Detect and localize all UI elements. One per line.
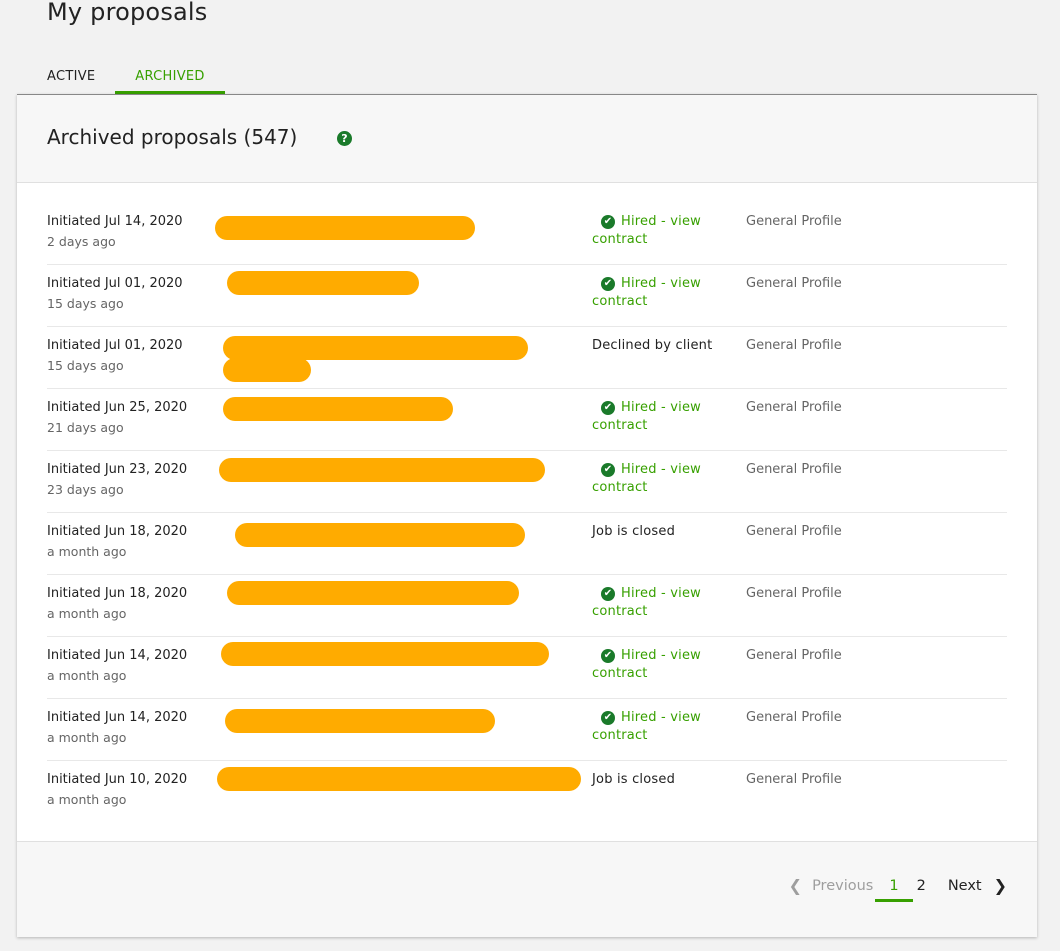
- redacted-job-title: [223, 336, 528, 360]
- proposal-status: ✔ Hired - view contract: [592, 709, 732, 745]
- proposal-date: Initiated Jun 14, 2020: [47, 710, 188, 725]
- proposal-status: Declined by client: [592, 337, 732, 355]
- proposal-row: Initiated Jul 14, 2020 2 days ago ✔ Hired -…: [47, 203, 1007, 265]
- check-circle-icon: ✔: [601, 401, 615, 415]
- redacted-job-title: [221, 642, 549, 666]
- proposal-status: ✔ Hired - view contract: [592, 275, 732, 311]
- proposal-relative-time: a month ago: [47, 792, 127, 807]
- proposal-profile: General Profile: [746, 214, 842, 229]
- proposal-profile: General Profile: [746, 462, 842, 477]
- proposal-relative-time: 21 days ago: [47, 420, 124, 435]
- check-circle-icon: ✔: [601, 277, 615, 291]
- next-page-link[interactable]: Next: [948, 878, 982, 894]
- redacted-job-title: [225, 709, 495, 733]
- proposal-status: Job is closed: [592, 771, 732, 789]
- view-contract-link[interactable]: ✔ Hired - view contract: [592, 400, 701, 433]
- proposal-row: Initiated Jul 01, 2020 15 days ago ✔ Hired …: [47, 265, 1007, 327]
- redacted-job-title: [215, 216, 475, 240]
- view-contract-link[interactable]: ✔ Hired - view contract: [592, 586, 701, 619]
- proposal-profile: General Profile: [746, 338, 842, 353]
- proposal-date: Initiated Jun 10, 2020: [47, 772, 188, 787]
- proposal-relative-time: 23 days ago: [47, 482, 124, 497]
- view-contract-link[interactable]: ✔ Hired - view contract: [592, 276, 701, 309]
- proposal-row: Initiated Jun 10, 2020 a month ago Job is …: [47, 761, 1007, 823]
- previous-page-link[interactable]: Previous: [812, 878, 873, 894]
- proposal-profile: General Profile: [746, 648, 842, 663]
- page-title: My proposals: [47, 0, 208, 26]
- proposal-date: Initiated Jun 23, 2020: [47, 462, 188, 477]
- help-circle-icon[interactable]: ?: [337, 131, 352, 146]
- proposal-row: Initiated Jun 25, 2020 21 days ago ✔ Hired …: [47, 389, 1007, 451]
- proposal-status: ✔ Hired - view contract: [592, 585, 732, 621]
- tab-bar: ACTIVE ARCHIVED: [47, 60, 225, 94]
- check-circle-icon: ✔: [601, 463, 615, 477]
- pagination-footer: ❮ Previous 1 2 Next ❯: [17, 841, 1037, 937]
- tab-active[interactable]: ACTIVE: [27, 60, 115, 94]
- proposal-profile: General Profile: [746, 772, 842, 787]
- proposal-relative-time: 15 days ago: [47, 296, 124, 311]
- proposal-row: Initiated Jul 01, 2020 15 days ago Decline…: [47, 327, 1007, 389]
- proposal-status: ✔ Hired - view contract: [592, 399, 732, 435]
- redacted-job-title: [235, 523, 525, 547]
- proposal-relative-time: a month ago: [47, 730, 127, 745]
- proposal-profile: General Profile: [746, 524, 842, 539]
- proposal-status: Job is closed: [592, 523, 732, 541]
- chevron-right-icon[interactable]: ❯: [994, 876, 1007, 895]
- redacted-job-title: [227, 581, 519, 605]
- proposal-status: ✔ Hired - view contract: [592, 461, 732, 497]
- card-header: Archived proposals (547) ?: [17, 95, 1037, 183]
- proposal-date: Initiated Jul 14, 2020: [47, 214, 183, 229]
- proposal-row: Initiated Jun 18, 2020 a month ago Job is …: [47, 513, 1007, 575]
- status-text: Declined by client: [592, 338, 713, 353]
- proposal-row: Initiated Jun 14, 2020 a month ago ✔ Hired …: [47, 699, 1007, 761]
- proposal-date: Initiated Jun 14, 2020: [47, 648, 188, 663]
- page-link-2[interactable]: 2: [915, 878, 928, 894]
- proposal-status: ✔ Hired - view contract: [592, 213, 732, 249]
- redacted-job-title: [223, 358, 311, 382]
- proposal-row: Initiated Jun 14, 2020 a month ago ✔ Hired …: [47, 637, 1007, 699]
- pagination: ❮ Previous 1 2 Next ❯: [789, 876, 1007, 902]
- proposal-date: Initiated Jul 01, 2020: [47, 338, 183, 353]
- redacted-job-title: [219, 458, 545, 482]
- proposal-date: Initiated Jun 25, 2020: [47, 400, 188, 415]
- check-circle-icon: ✔: [601, 649, 615, 663]
- chevron-left-icon[interactable]: ❮: [789, 876, 802, 895]
- proposal-relative-time: a month ago: [47, 606, 127, 621]
- view-contract-link[interactable]: ✔ Hired - view contract: [592, 710, 701, 743]
- proposal-date: Initiated Jun 18, 2020: [47, 586, 188, 601]
- status-text: Job is closed: [592, 772, 676, 787]
- proposal-profile: General Profile: [746, 400, 842, 415]
- redacted-job-title: [227, 271, 419, 295]
- proposal-row: Initiated Jun 23, 2020 23 days ago ✔ Hired …: [47, 451, 1007, 513]
- archived-proposals-card: Archived proposals (547) ? Initiated Jul…: [17, 94, 1037, 937]
- proposal-status: ✔ Hired - view contract: [592, 647, 732, 683]
- proposal-profile: General Profile: [746, 276, 842, 291]
- proposal-profile: General Profile: [746, 710, 842, 725]
- check-circle-icon: ✔: [601, 215, 615, 229]
- view-contract-link[interactable]: ✔ Hired - view contract: [592, 462, 701, 495]
- proposal-profile: General Profile: [746, 586, 842, 601]
- redacted-job-title: [217, 767, 581, 791]
- proposal-date: Initiated Jun 18, 2020: [47, 524, 188, 539]
- proposal-relative-time: 15 days ago: [47, 358, 124, 373]
- check-circle-icon: ✔: [601, 711, 615, 725]
- status-text: Job is closed: [592, 524, 676, 539]
- proposal-row: Initiated Jun 18, 2020 a month ago ✔ Hired …: [47, 575, 1007, 637]
- redacted-job-title: [223, 397, 453, 421]
- view-contract-link[interactable]: ✔ Hired - view contract: [592, 648, 701, 681]
- page-link-1[interactable]: 1: [875, 878, 914, 902]
- tab-archived[interactable]: ARCHIVED: [115, 60, 225, 94]
- proposal-relative-time: 2 days ago: [47, 234, 116, 249]
- check-circle-icon: ✔: [601, 587, 615, 601]
- card-title: Archived proposals (547): [47, 125, 298, 149]
- proposal-date: Initiated Jul 01, 2020: [47, 276, 183, 291]
- view-contract-link[interactable]: ✔ Hired - view contract: [592, 214, 701, 247]
- proposal-relative-time: a month ago: [47, 544, 127, 559]
- proposal-relative-time: a month ago: [47, 668, 127, 683]
- proposal-list: Initiated Jul 14, 2020 2 days ago ✔ Hired -…: [47, 203, 1007, 823]
